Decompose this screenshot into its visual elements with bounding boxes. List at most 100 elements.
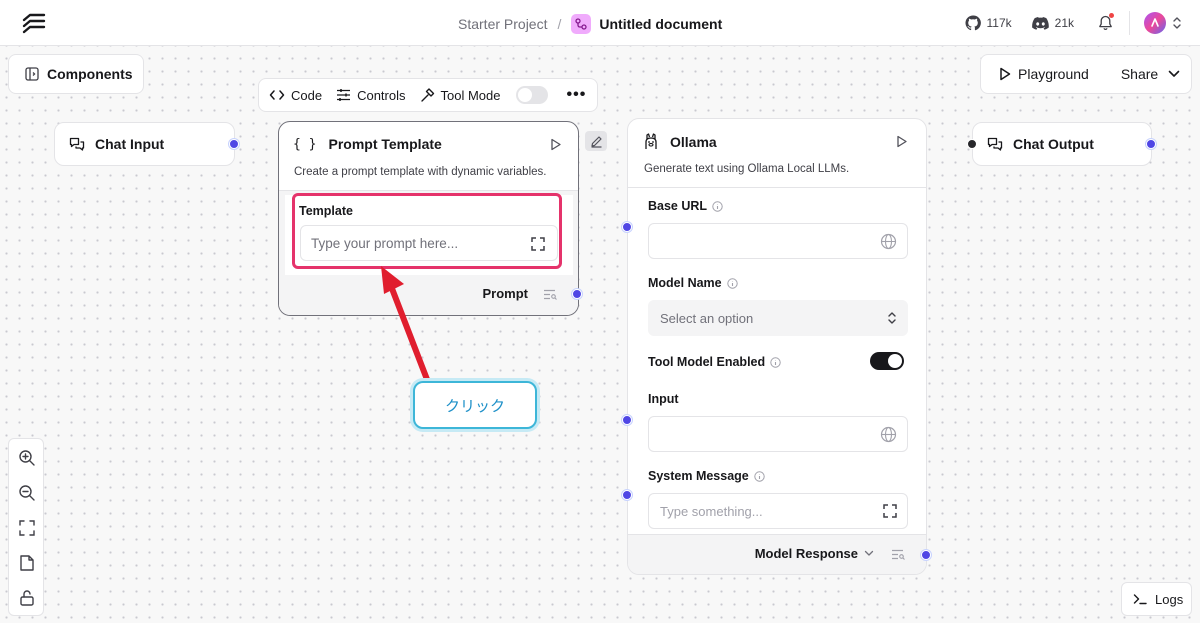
canvas-controls <box>8 438 44 616</box>
system-message-label-text: System Message <box>648 469 749 483</box>
chat-input-node[interactable]: Chat Input <box>54 122 235 166</box>
input-label-text: Input <box>648 392 679 406</box>
sticky-note-icon[interactable] <box>18 554 36 572</box>
model-response-label: Model Response <box>754 546 858 561</box>
info-icon[interactable] <box>712 200 723 212</box>
model-response-output[interactable]: Model Response <box>755 546 874 561</box>
callout-arrow <box>381 266 431 385</box>
user-avatar[interactable] <box>1144 12 1166 34</box>
flow-icon <box>571 14 592 34</box>
ollama-llama-icon <box>645 133 657 149</box>
chat-input-title: Chat Input <box>95 136 165 152</box>
chat-input-output-handle[interactable] <box>229 139 239 149</box>
code-button[interactable]: Code <box>269 88 322 103</box>
components-label: Components <box>47 66 133 82</box>
zoom-out-icon[interactable] <box>18 484 36 502</box>
system-message-input-handle[interactable] <box>622 490 632 500</box>
base-url-label: Base URL <box>648 199 723 213</box>
base-url-input-handle[interactable] <box>622 222 632 232</box>
chat-output-output-handle[interactable] <box>1146 139 1156 149</box>
inspect-output-icon[interactable] <box>891 549 906 560</box>
chat-output-title: Chat Output <box>1013 136 1094 152</box>
logs-label: Logs <box>1155 591 1184 607</box>
components-button[interactable]: Components <box>8 54 144 94</box>
prompt-template-description: Create a prompt template with dynamic va… <box>294 166 547 178</box>
canvas-actions: Playground Share <box>980 54 1192 94</box>
playground-button[interactable]: Playground <box>999 66 1089 82</box>
github-link[interactable]: 117k <box>964 15 1012 31</box>
system-message-label: System Message <box>648 469 765 483</box>
fit-view-icon[interactable] <box>18 519 36 537</box>
chevron-up-down-icon[interactable] <box>1172 16 1182 30</box>
input-input-handle[interactable] <box>622 415 632 425</box>
node-toolbar: Code Controls Tool Mode ••• <box>258 78 598 112</box>
toggle-knob <box>888 354 902 368</box>
chat-output-input-handle[interactable] <box>967 139 977 149</box>
breadcrumb: Starter Project / Untitled document <box>458 14 722 34</box>
chevron-down-icon <box>864 550 874 556</box>
info-icon[interactable] <box>754 470 765 482</box>
zoom-in-icon[interactable] <box>18 449 36 467</box>
edit-node-button[interactable] <box>585 131 607 151</box>
input-field[interactable] <box>648 416 908 452</box>
tool-model-label: Tool Model Enabled <box>648 355 781 369</box>
github-stars: 117k <box>986 16 1012 30</box>
controls-label: Controls <box>357 87 406 103</box>
document-title[interactable]: Untitled document <box>599 16 722 32</box>
chevron-up-down-icon <box>888 312 896 324</box>
discord-members: 21k <box>1054 16 1074 30</box>
discord-icon <box>1031 16 1049 30</box>
notification-dot <box>1109 13 1114 18</box>
system-message-input[interactable]: Type something... <box>648 493 908 529</box>
tool-model-toggle[interactable] <box>870 352 904 370</box>
controls-button[interactable]: Controls <box>336 87 406 103</box>
base-url-input[interactable] <box>648 223 908 259</box>
input-label: Input <box>648 392 679 406</box>
tool-mode-button[interactable]: Tool Mode <box>420 87 500 103</box>
prompt-template-title: Prompt Template <box>328 136 442 152</box>
langflow-logo-icon[interactable] <box>22 12 46 34</box>
prompt-output-handle[interactable] <box>572 289 582 299</box>
model-name-select[interactable]: Select an option <box>648 300 908 336</box>
breadcrumb-project[interactable]: Starter Project <box>458 16 547 32</box>
notifications-bell-icon[interactable] <box>1098 13 1114 31</box>
unlock-icon[interactable] <box>18 589 36 607</box>
run-component-icon[interactable] <box>550 138 562 151</box>
inspect-output-icon[interactable] <box>543 289 558 300</box>
model-name-placeholder: Select an option <box>660 310 754 326</box>
discord-link[interactable]: 21k <box>1031 16 1074 30</box>
chat-output-node[interactable]: Chat Output <box>972 122 1152 166</box>
pencil-icon <box>590 135 602 148</box>
click-callout: クリック <box>413 381 537 429</box>
share-button[interactable]: Share <box>1121 66 1180 82</box>
hammer-icon <box>420 87 434 102</box>
ollama-title: Ollama <box>670 133 717 150</box>
logs-button[interactable]: Logs <box>1121 582 1192 616</box>
system-message-placeholder: Type something... <box>660 503 763 519</box>
toggle-knob <box>518 88 533 102</box>
header-divider <box>1129 11 1130 35</box>
globe-icon[interactable] <box>880 426 897 443</box>
more-options-button[interactable]: ••• <box>566 86 586 104</box>
chat-bubbles-icon <box>69 137 85 151</box>
header-actions: 117k 21k <box>964 10 1183 36</box>
braces-icon: { } <box>293 136 317 152</box>
model-response-output-handle[interactable] <box>921 550 931 560</box>
ollama-header: Ollama <box>644 133 717 150</box>
model-name-label: Model Name <box>648 276 738 290</box>
share-label: Share <box>1120 66 1159 82</box>
tool-mode-toggle[interactable] <box>516 86 549 104</box>
info-icon[interactable] <box>770 356 781 368</box>
run-component-icon[interactable] <box>896 135 908 148</box>
code-label: Code <box>291 87 323 103</box>
code-icon <box>269 90 285 100</box>
info-icon[interactable] <box>726 277 738 289</box>
ollama-divider <box>628 187 926 188</box>
top-bar: Starter Project / Untitled document 117k… <box>0 0 1200 46</box>
model-name-label-text: Model Name <box>648 276 722 290</box>
globe-icon[interactable] <box>880 233 897 250</box>
breadcrumb-separator: / <box>557 16 562 32</box>
sidebar-toggle-icon <box>25 67 39 81</box>
ollama-node[interactable]: Ollama Generate text using Ollama Local … <box>627 118 927 575</box>
expand-icon[interactable] <box>883 504 897 518</box>
